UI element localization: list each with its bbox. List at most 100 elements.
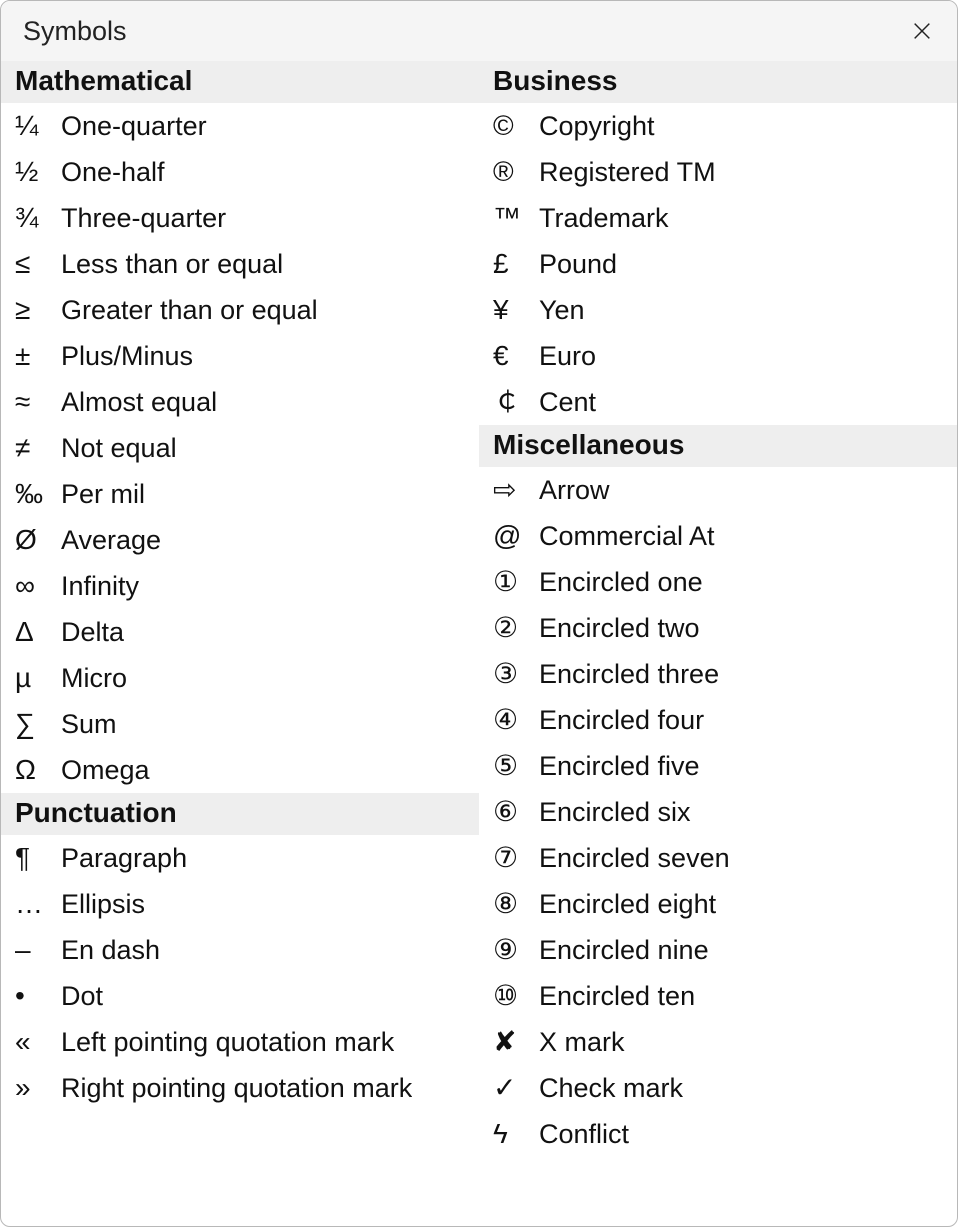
- symbol-item-yen[interactable]: ¥Yen: [479, 287, 957, 333]
- symbol-item-less-than-or-equal[interactable]: ≤Less than or equal: [1, 241, 479, 287]
- symbol-label: Euro: [539, 341, 596, 372]
- left-column: Mathematical¼One-quarter½One-half¾Three-…: [1, 61, 479, 1226]
- check-mark-icon: ✓: [493, 1074, 539, 1102]
- symbol-label: Right pointing quotation mark: [61, 1073, 412, 1104]
- encircled-ten-icon: ⑩: [493, 982, 539, 1010]
- right-column: Business©Copyright®Registered TM™Tradema…: [479, 61, 957, 1226]
- symbol-item-dot[interactable]: •Dot: [1, 973, 479, 1019]
- symbol-item-greater-than-or-equal[interactable]: ≥Greater than or equal: [1, 287, 479, 333]
- symbol-item-almost-equal[interactable]: ≈Almost equal: [1, 379, 479, 425]
- encircled-six-icon: ⑥: [493, 798, 539, 826]
- symbol-item-sum[interactable]: ∑Sum: [1, 701, 479, 747]
- encircled-four-icon: ④: [493, 706, 539, 734]
- symbol-item-x-mark[interactable]: ✘X mark: [479, 1019, 957, 1065]
- symbol-label: Conflict: [539, 1119, 629, 1150]
- encircled-three-icon: ③: [493, 660, 539, 688]
- symbol-label: Omega: [61, 755, 150, 786]
- symbol-item-encircled-six[interactable]: ⑥Encircled six: [479, 789, 957, 835]
- symbol-item-paragraph[interactable]: ¶Paragraph: [1, 835, 479, 881]
- symbol-item-omega[interactable]: ΩOmega: [1, 747, 479, 793]
- symbol-item-right-quotation-mark[interactable]: »Right pointing quotation mark: [1, 1065, 479, 1111]
- encircled-nine-icon: ⑨: [493, 936, 539, 964]
- category-header-miscellaneous: Miscellaneous: [479, 425, 957, 467]
- symbol-item-commercial-at[interactable]: @Commercial At: [479, 513, 957, 559]
- symbol-item-three-quarter[interactable]: ¾Three-quarter: [1, 195, 479, 241]
- conflict-icon: ϟ: [493, 1120, 539, 1148]
- right-quotation-mark-icon: »: [15, 1074, 61, 1102]
- symbol-item-micro[interactable]: µMicro: [1, 655, 479, 701]
- symbol-item-infinity[interactable]: ∞Infinity: [1, 563, 479, 609]
- symbol-item-encircled-two[interactable]: ②Encircled two: [479, 605, 957, 651]
- encircled-eight-icon: ⑧: [493, 890, 539, 918]
- symbol-label: Cent: [539, 387, 596, 418]
- symbol-item-encircled-three[interactable]: ③Encircled three: [479, 651, 957, 697]
- symbol-item-one-half[interactable]: ½One-half: [1, 149, 479, 195]
- symbol-item-encircled-nine[interactable]: ⑨Encircled nine: [479, 927, 957, 973]
- pound-icon: £: [493, 250, 539, 278]
- en-dash-icon: –: [15, 936, 61, 964]
- symbol-item-conflict[interactable]: ϟConflict: [479, 1111, 957, 1157]
- symbol-item-encircled-one[interactable]: ①Encircled one: [479, 559, 957, 605]
- symbol-item-registered-tm[interactable]: ®Registered TM: [479, 149, 957, 195]
- symbol-item-arrow[interactable]: ⇨Arrow: [479, 467, 957, 513]
- not-equal-icon: ≠: [15, 434, 61, 462]
- sum-icon: ∑: [15, 710, 61, 738]
- symbol-label: Encircled six: [539, 797, 691, 828]
- dot-icon: •: [15, 982, 61, 1010]
- category-header-mathematical: Mathematical: [1, 61, 479, 103]
- plus-minus-icon: ±: [15, 342, 61, 370]
- cent-icon: ￠: [493, 388, 539, 416]
- symbol-label: Commercial At: [539, 521, 715, 552]
- symbol-label: Encircled three: [539, 659, 719, 690]
- commercial-at-icon: @: [493, 522, 539, 550]
- one-quarter-icon: ¼: [15, 112, 61, 140]
- almost-equal-icon: ≈: [15, 388, 61, 416]
- per-mil-icon: ‰: [15, 480, 61, 508]
- symbol-item-copyright[interactable]: ©Copyright: [479, 103, 957, 149]
- symbol-label: Micro: [61, 663, 127, 694]
- symbol-item-delta[interactable]: ΔDelta: [1, 609, 479, 655]
- symbol-label: Left pointing quotation mark: [61, 1027, 394, 1058]
- dialog-title: Symbols: [23, 16, 905, 47]
- symbol-label: Less than or equal: [61, 249, 283, 280]
- symbol-item-encircled-ten[interactable]: ⑩Encircled ten: [479, 973, 957, 1019]
- symbol-label: Per mil: [61, 479, 145, 510]
- registered-tm-icon: ®: [493, 158, 539, 186]
- symbol-label: Paragraph: [61, 843, 187, 874]
- three-quarter-icon: ¾: [15, 204, 61, 232]
- symbol-item-en-dash[interactable]: –En dash: [1, 927, 479, 973]
- symbol-label: Encircled eight: [539, 889, 716, 920]
- symbol-item-euro[interactable]: €Euro: [479, 333, 957, 379]
- symbol-label: Check mark: [539, 1073, 683, 1104]
- encircled-one-icon: ①: [493, 568, 539, 596]
- paragraph-icon: ¶: [15, 844, 61, 872]
- close-button[interactable]: [905, 14, 939, 48]
- symbol-item-not-equal[interactable]: ≠Not equal: [1, 425, 479, 471]
- symbol-item-encircled-five[interactable]: ⑤Encircled five: [479, 743, 957, 789]
- symbol-item-trademark[interactable]: ™Trademark: [479, 195, 957, 241]
- symbol-label: Plus/Minus: [61, 341, 193, 372]
- symbol-label: Greater than or equal: [61, 295, 318, 326]
- symbol-label: Registered TM: [539, 157, 716, 188]
- symbol-item-left-quotation-mark[interactable]: «Left pointing quotation mark: [1, 1019, 479, 1065]
- left-quotation-mark-icon: «: [15, 1028, 61, 1056]
- symbol-item-encircled-four[interactable]: ④Encircled four: [479, 697, 957, 743]
- category-header-business: Business: [479, 61, 957, 103]
- symbol-item-ellipsis[interactable]: …Ellipsis: [1, 881, 479, 927]
- copyright-icon: ©: [493, 112, 539, 140]
- symbol-item-one-quarter[interactable]: ¼One-quarter: [1, 103, 479, 149]
- symbol-item-encircled-eight[interactable]: ⑧Encircled eight: [479, 881, 957, 927]
- symbol-item-check-mark[interactable]: ✓Check mark: [479, 1065, 957, 1111]
- symbol-label: Encircled ten: [539, 981, 695, 1012]
- symbol-item-per-mil[interactable]: ‰Per mil: [1, 471, 479, 517]
- symbols-body: Mathematical¼One-quarter½One-half¾Three-…: [1, 61, 957, 1226]
- titlebar: Symbols: [1, 1, 957, 61]
- symbol-item-plus-minus[interactable]: ±Plus/Minus: [1, 333, 479, 379]
- symbol-item-cent[interactable]: ￠Cent: [479, 379, 957, 425]
- symbol-label: Ellipsis: [61, 889, 145, 920]
- symbol-item-pound[interactable]: £Pound: [479, 241, 957, 287]
- symbol-item-average[interactable]: ØAverage: [1, 517, 479, 563]
- symbol-item-encircled-seven[interactable]: ⑦Encircled seven: [479, 835, 957, 881]
- symbol-label: Not equal: [61, 433, 177, 464]
- symbol-label: Pound: [539, 249, 617, 280]
